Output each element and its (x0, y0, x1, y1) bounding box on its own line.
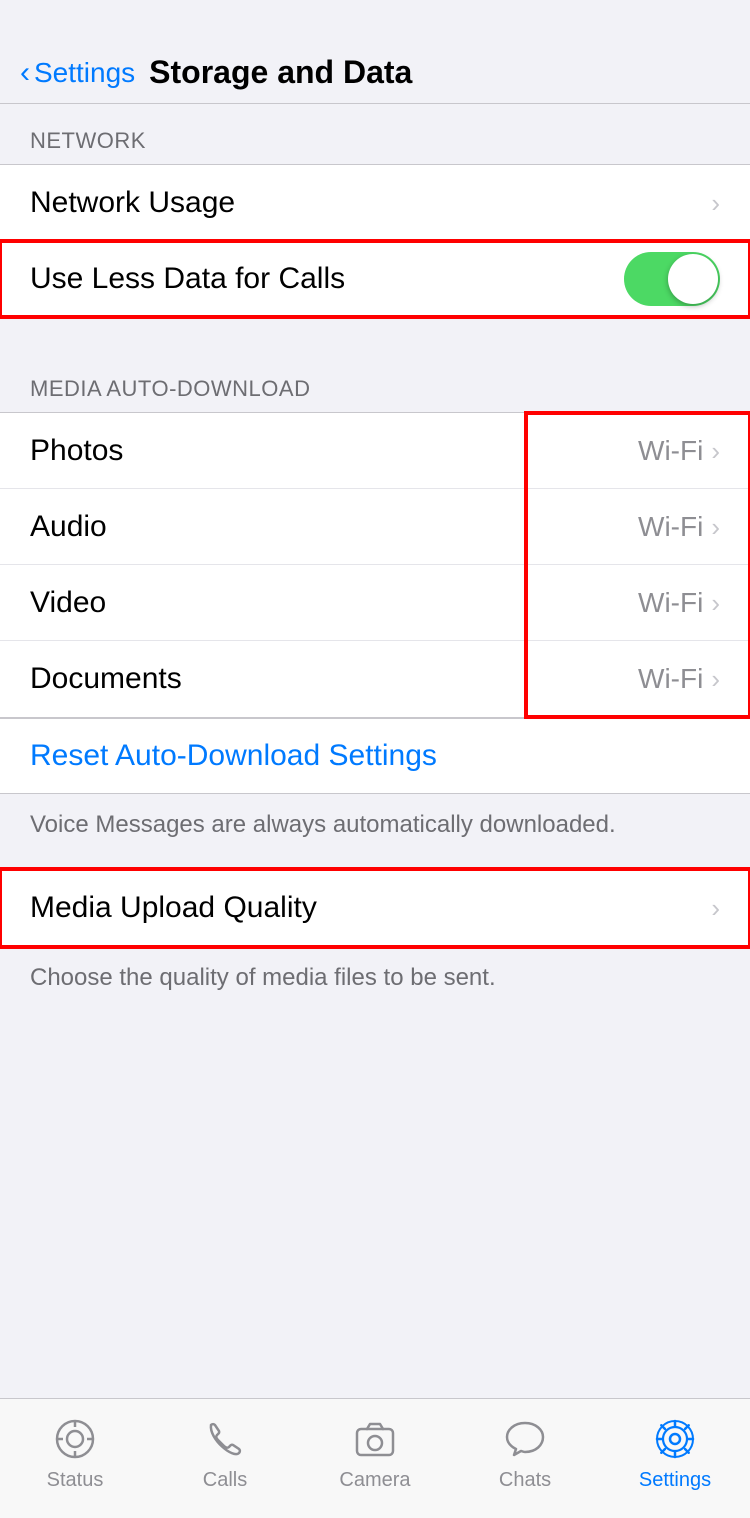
spacer-1 (0, 318, 750, 352)
media-upload-quality-label: Media Upload Quality (30, 891, 317, 925)
calls-icon (199, 1413, 251, 1465)
tab-calls[interactable]: Calls (155, 1413, 295, 1492)
network-card: Network Usage › Use Less Data for Calls (0, 164, 750, 318)
media-auto-download-section-label: MEDIA AUTO-DOWNLOAD (0, 352, 750, 412)
back-button[interactable]: ‹ Settings (20, 57, 135, 89)
audio-value: Wi-Fi (638, 511, 703, 543)
tab-chats[interactable]: Chats (455, 1413, 595, 1492)
tab-status-label: Status (47, 1469, 104, 1492)
voice-messages-info: Voice Messages are always automatically … (0, 794, 750, 861)
toggle-knob (668, 254, 718, 304)
audio-chevron-icon: › (711, 514, 720, 540)
documents-right: Wi-Fi › (638, 663, 720, 695)
media-upload-chevron-icon: › (711, 895, 720, 921)
tab-chats-label: Chats (499, 1469, 551, 1492)
documents-chevron-icon: › (711, 666, 720, 692)
use-less-data-highlight: Use Less Data for Calls (0, 241, 750, 317)
documents-value: Wi-Fi (638, 663, 703, 695)
media-upload-quality-right: › (711, 895, 720, 921)
back-label: Settings (34, 57, 135, 89)
reset-auto-download-row[interactable]: Reset Auto-Download Settings (0, 718, 750, 794)
tab-status[interactable]: Status (5, 1413, 145, 1492)
use-less-data-right (624, 252, 720, 306)
video-value: Wi-Fi (638, 587, 703, 619)
media-upload-highlight: Media Upload Quality › (0, 869, 750, 947)
tab-calls-label: Calls (203, 1469, 247, 1492)
audio-row[interactable]: Audio Wi-Fi › (0, 489, 750, 565)
spacer-2 (0, 861, 750, 869)
navigation-header: ‹ Settings Storage and Data (0, 0, 750, 104)
use-less-data-label: Use Less Data for Calls (30, 262, 345, 296)
video-label: Video (30, 586, 106, 620)
media-upload-card: Media Upload Quality › (0, 869, 750, 947)
tab-camera[interactable]: Camera (305, 1413, 445, 1492)
tab-settings-label: Settings (639, 1469, 711, 1492)
settings-icon (649, 1413, 701, 1465)
use-less-data-row[interactable]: Use Less Data for Calls (0, 241, 750, 317)
video-row[interactable]: Video Wi-Fi › (0, 565, 750, 641)
tab-camera-label: Camera (339, 1469, 410, 1492)
audio-right: Wi-Fi › (638, 511, 720, 543)
photos-right: Wi-Fi › (638, 435, 720, 467)
chats-icon (499, 1413, 551, 1465)
camera-icon (349, 1413, 401, 1465)
audio-label: Audio (30, 510, 107, 544)
reset-auto-download-label: Reset Auto-Download Settings (30, 739, 437, 773)
network-usage-label: Network Usage (30, 186, 235, 220)
photos-chevron-icon: › (711, 438, 720, 464)
tab-settings[interactable]: Settings (605, 1413, 745, 1492)
photos-label: Photos (30, 434, 123, 468)
media-upload-quality-row[interactable]: Media Upload Quality › (0, 870, 750, 946)
network-usage-right: › (711, 190, 720, 216)
status-icon (49, 1413, 101, 1465)
tab-bar: Status Calls Camera Chats (0, 1398, 750, 1518)
media-upload-info: Choose the quality of media files to be … (0, 947, 750, 1014)
chevron-right-icon: › (711, 190, 720, 216)
photos-value: Wi-Fi (638, 435, 703, 467)
use-less-data-toggle[interactable] (624, 252, 720, 306)
photos-row[interactable]: Photos Wi-Fi › (0, 413, 750, 489)
video-right: Wi-Fi › (638, 587, 720, 619)
documents-row[interactable]: Documents Wi-Fi › (0, 641, 750, 717)
network-section-label: NETWORK (0, 104, 750, 164)
media-auto-download-card: Photos Wi-Fi › Audio Wi-Fi › Video Wi-Fi… (0, 412, 750, 718)
back-chevron-icon: ‹ (20, 58, 30, 88)
page-title: Storage and Data (149, 54, 412, 91)
network-usage-row[interactable]: Network Usage › (0, 165, 750, 241)
video-chevron-icon: › (711, 590, 720, 616)
documents-label: Documents (30, 662, 182, 696)
